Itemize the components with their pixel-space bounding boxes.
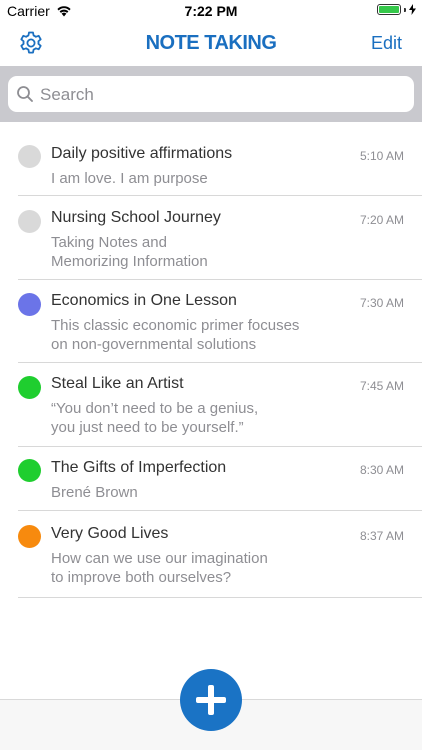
list-item[interactable]: Nursing School Journey 7:20 AM Taking No… <box>0 196 422 280</box>
note-time: 7:45 AM <box>359 379 404 393</box>
note-title: Steal Like an Artist <box>51 375 184 392</box>
charging-bolt-icon <box>409 4 416 15</box>
list-item[interactable]: Daily positive affirmations 5:10 AM I am… <box>0 122 422 196</box>
notes-list: Daily positive affirmations 5:10 AM I am… <box>0 122 422 598</box>
note-color-indicator <box>18 145 41 168</box>
note-title: The Gifts of Imperfection <box>51 459 227 476</box>
note-title: Daily positive affirmations <box>51 145 233 162</box>
note-color-indicator <box>18 525 41 548</box>
navigation-bar: NOTE TAKING Edit <box>0 22 422 66</box>
edit-button[interactable]: Edit <box>371 33 402 54</box>
note-preview-line: on non-governmental solutions <box>51 336 257 353</box>
note-time: 8:37 AM <box>359 529 404 543</box>
add-note-button[interactable] <box>180 669 242 731</box>
note-time: 8:30 AM <box>359 463 404 477</box>
note-color-indicator <box>18 293 41 316</box>
status-bar: Carrier 7:22 PM <box>0 0 422 22</box>
status-time: 7:22 PM <box>184 3 238 19</box>
search-bar-container <box>0 66 422 122</box>
list-item[interactable]: Steal Like an Artist 7:45 AM “You don’t … <box>0 363 422 447</box>
search-bar[interactable] <box>8 76 414 114</box>
note-title: Nursing School Journey <box>51 209 221 226</box>
note-preview-line: Taking Notes and <box>51 234 167 251</box>
note-preview-line: How can we use our imagination <box>51 550 268 567</box>
note-time: 7:30 AM <box>359 296 404 310</box>
note-preview-line: Brené Brown <box>51 484 138 501</box>
list-item[interactable]: Very Good Lives 8:37 AM How can we use o… <box>0 511 422 598</box>
list-item[interactable]: The Gifts of Imperfection 8:30 AM Brené … <box>0 447 422 511</box>
page-title: NOTE TAKING <box>145 32 277 54</box>
note-preview-line: This classic economic primer focuses <box>51 317 300 334</box>
note-preview-line: you just need to be yourself.” <box>51 419 244 436</box>
list-item[interactable]: Economics in One Lesson 7:30 AM This cla… <box>0 280 422 363</box>
note-title: Economics in One Lesson <box>51 292 237 309</box>
note-time: 7:20 AM <box>359 213 404 227</box>
note-time: 5:10 AM <box>359 149 404 163</box>
note-preview-line: Memorizing Information <box>51 253 208 270</box>
search-icon <box>17 86 33 102</box>
note-preview-line: to improve both ourselves? <box>51 569 232 586</box>
note-title: Very Good Lives <box>51 525 169 542</box>
note-color-indicator <box>18 459 41 482</box>
battery-icon <box>377 4 401 15</box>
note-color-indicator <box>18 210 41 233</box>
note-preview-line: I am love. I am purpose <box>51 170 208 187</box>
battery-indicator <box>377 4 416 15</box>
search-input[interactable] <box>38 76 402 114</box>
note-color-indicator <box>18 376 41 399</box>
note-preview-line: “You don’t need to be a genius, <box>51 400 259 417</box>
